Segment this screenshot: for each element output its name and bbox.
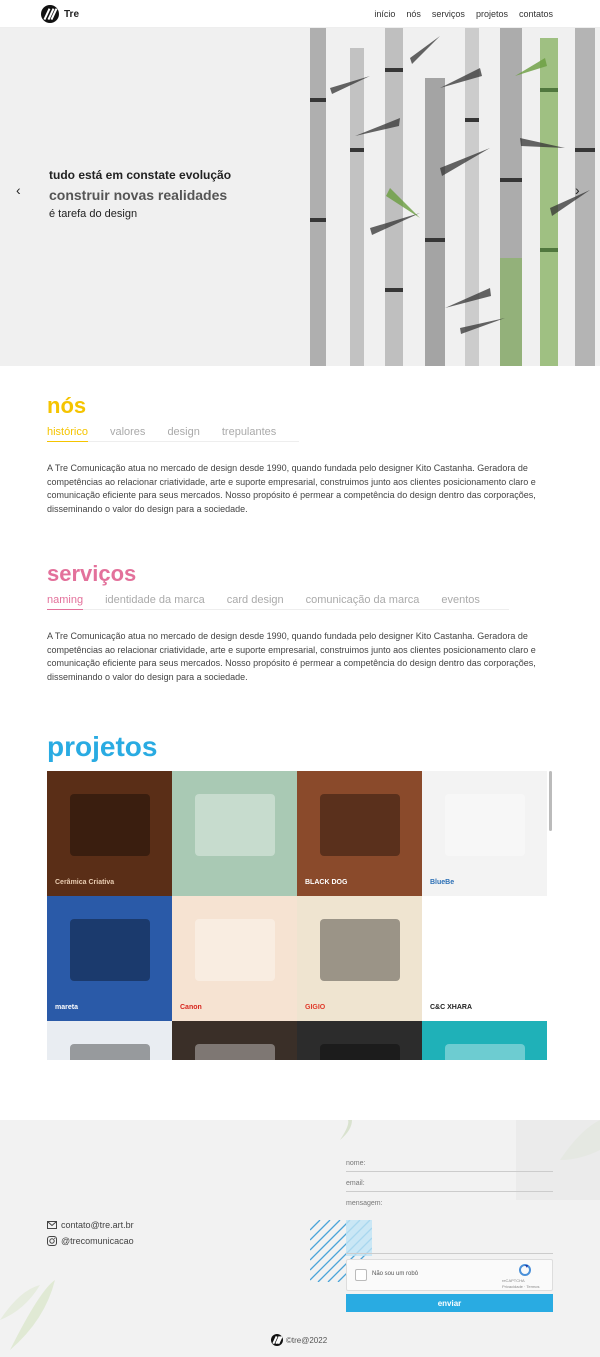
project-tile-gigio[interactable]: GIGIO (297, 896, 422, 1021)
recaptcha-brand: reCAPTCHA (502, 1278, 525, 1283)
email-field[interactable]: email: (346, 1180, 553, 1192)
project-thumbnail (319, 793, 400, 856)
brand-name: Tre (64, 8, 80, 20)
project-tile-mareta-cafe[interactable]: mareta (47, 896, 172, 1021)
send-button[interactable]: enviar (346, 1294, 553, 1312)
copyright: ©tre@2022 (271, 1334, 327, 1346)
top-nav: Tre início nós serviços projetos contato… (0, 0, 600, 28)
project-tile-fazenda[interactable] (172, 1021, 297, 1060)
contact-email[interactable]: contato@tre.art.br (47, 1220, 134, 1230)
nos-tabs: histórico valores design trepulantes (47, 426, 276, 442)
nav-item-contatos[interactable]: contatos (519, 9, 553, 19)
tab-valores[interactable]: valores (110, 426, 145, 442)
tab-card-design[interactable]: card design (227, 594, 284, 610)
project-thumbnail (444, 918, 525, 981)
recaptcha-checkbox[interactable] (355, 1269, 367, 1281)
project-tile-teal-papers[interactable] (422, 1021, 547, 1060)
contact-instagram-text: @trecomunicacao (61, 1236, 134, 1246)
project-tile-app-mockup[interactable] (47, 1021, 172, 1060)
tab-naming[interactable]: naming (47, 594, 84, 610)
project-thumbnail (444, 793, 525, 856)
project-label: GIGIO (305, 1004, 326, 1011)
slider-prev-icon[interactable]: ‹ (16, 182, 21, 198)
project-label: BlueBe (430, 879, 455, 886)
project-thumbnail (444, 1043, 525, 1060)
tab-historico[interactable]: histórico (47, 426, 88, 442)
hero-slider: ‹ › tudo está em constate evolução const… (0, 28, 600, 366)
project-tile-bluebe[interactable]: BlueBe (422, 771, 547, 896)
recaptcha-label: Não sou um robô (372, 1271, 419, 1277)
projects-grid: Cerâmica Criativa BLACK DOG BlueBe mareta Ca… (47, 771, 547, 1060)
message-field[interactable]: mensagem: (346, 1200, 553, 1254)
project-tile-ceramica-criativa[interactable]: Cerâmica Criativa (47, 771, 172, 896)
tab-trepulantes[interactable]: trepulantes (222, 426, 276, 442)
tab-identidade-da-marca[interactable]: identidade da marca (105, 594, 205, 610)
project-tile-canon[interactable]: Canon (172, 896, 297, 1021)
slider-next-icon[interactable]: › (575, 182, 580, 198)
mail-icon (47, 1221, 57, 1229)
nav-item-projetos[interactable]: projetos (476, 9, 508, 19)
projetos-title: projetos (47, 731, 158, 762)
contact-instagram[interactable]: @trecomunicacao (47, 1236, 134, 1246)
project-thumbnail (194, 793, 275, 856)
hero-headline: tudo está em constate evolução (49, 168, 232, 182)
nav-item-nos[interactable]: nós (406, 9, 421, 19)
nav-links: início nós serviços projetos contatos (374, 0, 553, 28)
nos-title: nós (47, 393, 87, 418)
project-label: Canon (180, 1004, 202, 1011)
project-tile-xhara[interactable]: C&C XHARA (422, 896, 547, 1021)
copyright-text: ©tre@2022 (286, 1335, 328, 1345)
nav-item-servicos[interactable]: serviços (432, 9, 465, 19)
project-thumbnail (69, 793, 150, 856)
name-field[interactable]: nome: (346, 1160, 553, 1172)
brand-logo[interactable]: Tre (41, 5, 79, 23)
tab-eventos[interactable]: eventos (441, 594, 480, 610)
tre-logo-small-icon (271, 1334, 283, 1346)
tab-comunicacao-da-marca[interactable]: comunicação da marca (306, 594, 420, 610)
project-tile-livros-infantis[interactable] (172, 771, 297, 896)
project-thumbnail (194, 918, 275, 981)
recaptcha-links[interactable]: Privacidade · Termos (502, 1284, 540, 1289)
instagram-icon (47, 1236, 57, 1246)
servicos-tabs: naming identidade da marca card design c… (47, 594, 480, 610)
hero-text: tudo está em constate evolução construir… (49, 168, 231, 220)
project-thumbnail (194, 1043, 275, 1060)
servicos-title: serviços (47, 561, 137, 586)
tab-design[interactable]: design (167, 426, 199, 442)
nos-text: A Tre Comunicação atua no mercado de des… (47, 463, 536, 514)
recaptcha-widget: Não sou um robô reCAPTCHA Privacidade · … (346, 1259, 553, 1291)
project-label: C&C XHARA (430, 1004, 472, 1011)
project-thumbnail (319, 1043, 400, 1060)
hero-subheadline: construir novas realidades (49, 187, 228, 203)
project-tile-dark-phone[interactable] (297, 1021, 422, 1060)
servicos-text: A Tre Comunicação atua no mercado de des… (47, 631, 536, 682)
project-label: BLACK DOG (305, 879, 348, 886)
project-tile-black-dog[interactable]: BLACK DOG (297, 771, 422, 896)
nav-item-inicio[interactable]: início (374, 9, 395, 19)
project-thumbnail (69, 1043, 150, 1060)
project-thumbnail (69, 918, 150, 981)
project-label: mareta (55, 1004, 78, 1011)
bamboo-illustration (310, 28, 595, 366)
tre-logo-icon (41, 5, 59, 23)
project-label: Cerâmica Criativa (55, 879, 115, 886)
project-thumbnail (319, 918, 400, 981)
projects-scrollbar[interactable] (549, 771, 552, 831)
contact-email-text: contato@tre.art.br (61, 1220, 134, 1230)
recaptcha-icon (519, 1264, 531, 1276)
hero-tagline: é tarefa do design (49, 208, 138, 220)
